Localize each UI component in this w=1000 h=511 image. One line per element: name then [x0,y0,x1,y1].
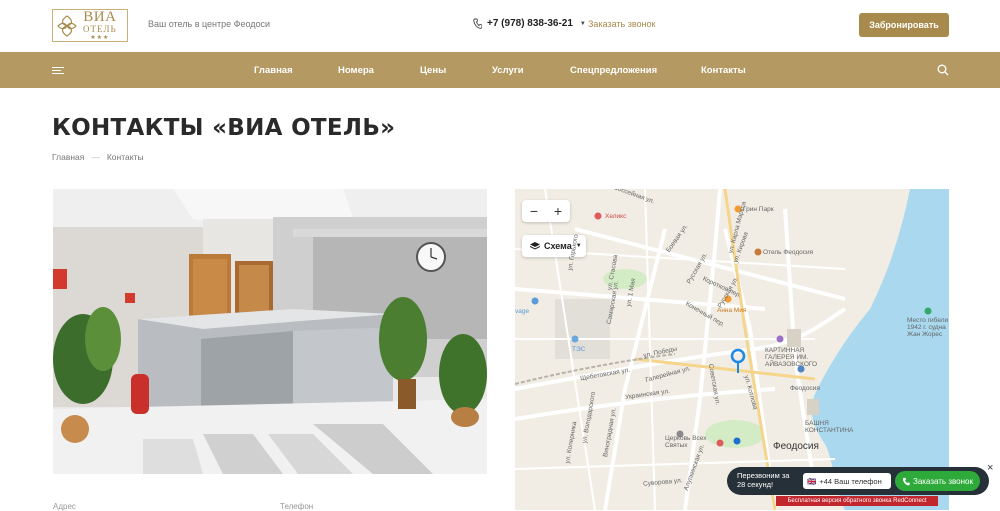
logo-subtitle: ОТЕЛЬ [83,24,117,34]
callback-text: Перезвоним за 28 секунд! [737,471,790,489]
nav-item-services[interactable]: Услуги [492,65,524,76]
nav-item-rooms[interactable]: Номера [338,65,374,76]
map-label: Место гибели 1942 г. судна Жан Жорес [907,317,949,339]
callback-phone-placeholder: +44 Ваш телефон [819,476,882,486]
callback-phone-input[interactable]: 🇬🇧 +44 Ваш телефон [803,473,891,489]
chevron-down-icon[interactable]: ▼ [580,21,586,27]
map-label: Хеликс [605,213,627,220]
nav-item-home[interactable]: Главная [254,65,293,76]
phone-icon [473,18,482,29]
menu-icon[interactable] [52,67,64,74]
map-label: ТЭС [572,346,586,353]
breadcrumb-home[interactable]: Главная [52,152,84,162]
breadcrumb-separator: — [91,152,100,162]
map-label-city: Феодосия [773,441,819,452]
zoom-in-button[interactable]: + [546,200,570,222]
logo[interactable]: ВИА ОТЕЛЬ ★★★ [52,9,128,42]
map[interactable]: − + Схема ▼ Грин Парк Хеликс Отель Феодо… [515,189,949,510]
promo-banner[interactable]: Бесплатная версия обратного звонка RedCo… [776,496,938,506]
phone-icon [902,477,910,485]
logo-ornament-icon [53,10,81,41]
lobby-photo [53,189,487,474]
nav-item-offers[interactable]: Спецпредложения [570,65,657,76]
nav-item-contacts[interactable]: Контакты [701,65,746,76]
tagline: Ваш отель в центре Феодоси [148,19,271,29]
phone-number[interactable]: +7 (978) 838-36-21 [487,18,573,29]
map-label: Отель Феодосия [763,249,814,256]
callback-submit-label: Заказать звонок [913,476,973,486]
layers-icon [530,241,540,250]
map-label: vage [515,308,530,315]
breadcrumb: Главная — Контакты [52,152,144,162]
map-label: КАРТИННАЯ ГАЛЕРЕЯ ИМ. АЙВАЗОВСКОГО [765,347,818,369]
page-title: КОНТАКТЫ «ВИА ОТЕЛЬ» [52,115,396,141]
order-call-link[interactable]: Заказать звонок [588,19,655,29]
map-label: Феодосия [790,385,820,392]
callback-widget: Перезвоним за 28 секунд! 🇬🇧 +44 Ваш теле… [727,467,989,495]
close-icon[interactable]: × [987,462,993,474]
callback-submit-button[interactable]: Заказать звонок [895,471,980,491]
map-label: Грин Парк [743,206,774,213]
main-nav: Главная Номера Цены Услуги Спецпредложен… [0,52,1000,88]
search-icon[interactable] [937,64,949,76]
book-button[interactable]: Забронировать [859,13,949,37]
zoom-control: − + [522,200,570,222]
zoom-out-button[interactable]: − [522,200,546,222]
nav-item-prices[interactable]: Цены [420,65,446,76]
breadcrumb-current: Контакты [106,152,144,162]
logo-name: ВИА [83,9,117,25]
site-header: ВИА ОТЕЛЬ ★★★ Ваш отель в центре Феодоси… [0,0,1000,52]
map-layer-label: Схема [544,241,572,251]
phone-block[interactable]: +7 (978) 838-36-21 ▼ [473,18,586,29]
logo-stars: ★★★ [90,35,110,41]
map-label: БАШНЯ КОНСТАНТИНА [805,420,854,435]
flag-icon[interactable]: 🇬🇧 [807,477,816,486]
